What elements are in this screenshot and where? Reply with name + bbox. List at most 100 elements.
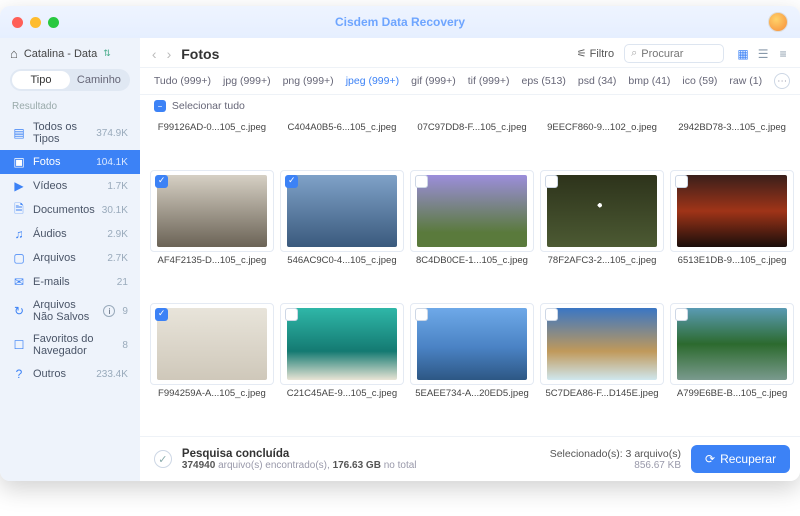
format-filter-0[interactable]: Tudo (999+) — [154, 75, 211, 87]
file-card[interactable]: C21C45AE-9...105_c.jpeg — [280, 301, 404, 428]
file-checkbox[interactable] — [155, 308, 168, 321]
filter-button[interactable]: ⚟ Filtro — [577, 47, 614, 60]
file-checkbox[interactable] — [675, 308, 688, 321]
sidebar-count: 233.4K — [96, 369, 128, 380]
file-card[interactable]: AF4F2135-D...105_c.jpeg — [150, 168, 274, 295]
file-checkbox[interactable] — [285, 175, 298, 188]
sidebar-item-9[interactable]: ?Outros233.4K — [0, 362, 140, 386]
file-name: C21C45AE-9...105_c.jpeg — [280, 385, 404, 399]
thumbnail[interactable] — [410, 303, 534, 385]
file-checkbox[interactable] — [155, 175, 168, 188]
sidebar-count: 104.1K — [96, 157, 128, 168]
sidebar-icon: ✉ — [12, 275, 26, 289]
thumbnail[interactable] — [540, 303, 664, 385]
tab-type[interactable]: Tipo — [12, 71, 70, 89]
sidebar-item-7[interactable]: ↻Arquivos Não Salvosi9 — [0, 294, 140, 328]
sidebar-item-8[interactable]: ☐Favoritos do Navegador8 — [0, 328, 140, 362]
titlebar: Cisdem Data Recovery — [0, 6, 800, 38]
thumbnail[interactable] — [150, 303, 274, 385]
format-filter-9[interactable]: ico (59) — [682, 75, 717, 87]
sidebar-item-2[interactable]: ▶Vídeos1.7K — [0, 174, 140, 198]
sidebar-label: E-mails — [33, 276, 110, 288]
format-filter-10[interactable]: raw (1) — [729, 75, 762, 87]
sidebar-label: Áudios — [33, 228, 100, 240]
sidebar-icon: ? — [12, 367, 26, 381]
sidebar-icon: ▢ — [12, 251, 26, 265]
sidebar-item-4[interactable]: ♫Áudios2.9K — [0, 222, 140, 246]
file-name: 6513E1DB-9...105_c.jpeg — [670, 252, 794, 266]
sort-icon[interactable]: ⇅ — [103, 48, 111, 59]
sidebar-count: 21 — [117, 277, 128, 288]
thumbnail-image — [417, 175, 527, 247]
sidebar-item-6[interactable]: ✉ E-mails 21 — [0, 270, 140, 294]
thumbnail[interactable] — [410, 170, 534, 252]
thumbnail[interactable] — [540, 170, 664, 252]
file-name: F994259A-A...105_c.jpeg — [150, 385, 274, 399]
file-checkbox[interactable] — [285, 308, 298, 321]
thumbnail[interactable] — [280, 303, 404, 385]
view-grid-icon[interactable]: ▦ — [734, 46, 752, 62]
sidebar-label: Vídeos — [33, 180, 100, 192]
format-filter-7[interactable]: psd (34) — [578, 75, 617, 87]
file-card[interactable]: 6513E1DB-9...105_c.jpeg — [670, 168, 794, 295]
file-checkbox[interactable] — [415, 175, 428, 188]
file-card[interactable]: 5EAEE734-A...20ED5.jpeg — [410, 301, 534, 428]
thumbnail[interactable] — [150, 170, 274, 252]
format-filter-2[interactable]: png (999+) — [283, 75, 334, 87]
format-filter-4[interactable]: gif (999+) — [411, 75, 456, 87]
home-icon[interactable]: ⌂ — [10, 46, 18, 61]
format-filter-8[interactable]: bmp (41) — [628, 75, 670, 87]
file-name: A799E6BE-B...105_c.jpeg — [670, 385, 794, 399]
sidebar-item-1[interactable]: ▣Fotos104.1K — [0, 150, 140, 174]
file-label-card: C404A0B5-6...105_c.jpeg — [280, 119, 404, 162]
select-all-row[interactable]: − Selecionar tudo — [140, 95, 800, 117]
thumbnail-image — [547, 175, 657, 247]
tab-path[interactable]: Caminho — [70, 71, 128, 89]
footer: ✓ Pesquisa concluída 374940 arquivo(s) e… — [140, 436, 800, 481]
thumbnail[interactable] — [670, 303, 794, 385]
file-card[interactable]: 8C4DB0CE-1...105_c.jpeg — [410, 168, 534, 295]
recover-button[interactable]: ⟳ Recuperar — [691, 445, 790, 473]
format-filter-3[interactable]: jpeg (999+) — [346, 75, 399, 87]
thumbnail[interactable] — [670, 170, 794, 252]
thumbnail-image — [287, 175, 397, 247]
thumbnail[interactable] — [280, 170, 404, 252]
thumbnail-image — [157, 175, 267, 247]
sidebar-count: 30.1K — [102, 205, 128, 216]
file-checkbox[interactable] — [415, 308, 428, 321]
sidebar-label: Documentos — [33, 204, 95, 216]
sidebar-item-0[interactable]: ▤Todos os Tipos374.9K — [0, 116, 140, 150]
file-checkbox[interactable] — [675, 175, 688, 188]
more-formats-button[interactable]: ⋯ — [774, 73, 790, 89]
file-grid: F99126AD-0...105_c.jpegC404A0B5-6...105_… — [140, 117, 800, 436]
nav-forward-icon[interactable]: › — [167, 46, 172, 62]
view-list-icon[interactable]: ☰ — [754, 46, 772, 62]
file-checkbox[interactable] — [545, 175, 558, 188]
file-card[interactable]: 78F2AFC3-2...105_c.jpeg — [540, 168, 664, 295]
file-checkbox[interactable] — [545, 308, 558, 321]
format-filter-5[interactable]: tif (999+) — [468, 75, 510, 87]
format-filter-6[interactable]: eps (513) — [522, 75, 566, 87]
file-card[interactable]: A799E6BE-B...105_c.jpeg — [670, 301, 794, 428]
info-icon[interactable]: i — [103, 305, 115, 317]
file-card[interactable]: 546AC9C0-4...105_c.jpeg — [280, 168, 404, 295]
file-name: 5EAEE734-A...20ED5.jpeg — [410, 385, 534, 399]
file-card[interactable]: 5C7DEA86-F...D145E.jpeg — [540, 301, 664, 428]
format-filter-1[interactable]: jpg (999+) — [223, 75, 271, 87]
search-icon: ⌕ — [631, 47, 637, 60]
view-detail-icon[interactable]: ≡ — [774, 46, 792, 62]
thumbnail-image — [547, 308, 657, 380]
nav-back-icon[interactable]: ‹ — [152, 46, 157, 62]
file-card[interactable]: F994259A-A...105_c.jpeg — [150, 301, 274, 428]
sidebar-item-5[interactable]: ▢Arquivos2.7K — [0, 246, 140, 270]
thumbnail-image — [287, 308, 397, 380]
file-label-card: 2942BD78-3...105_c.jpeg — [670, 119, 794, 162]
breadcrumb: Fotos — [181, 46, 219, 62]
select-all-checkbox[interactable]: − — [154, 100, 166, 112]
selected-count: Selecionado(s): 3 arquivo(s) — [550, 448, 681, 460]
sidebar-item-3[interactable]: 🗎Documentos30.1K — [0, 198, 140, 222]
scan-summary: 374940 arquivo(s) encontrado(s), 176.63 … — [182, 460, 417, 471]
search-input[interactable]: ⌕ — [624, 44, 724, 63]
sidebar-icon: ☐ — [12, 338, 26, 352]
drive-name[interactable]: Catalina - Data — [24, 48, 97, 60]
